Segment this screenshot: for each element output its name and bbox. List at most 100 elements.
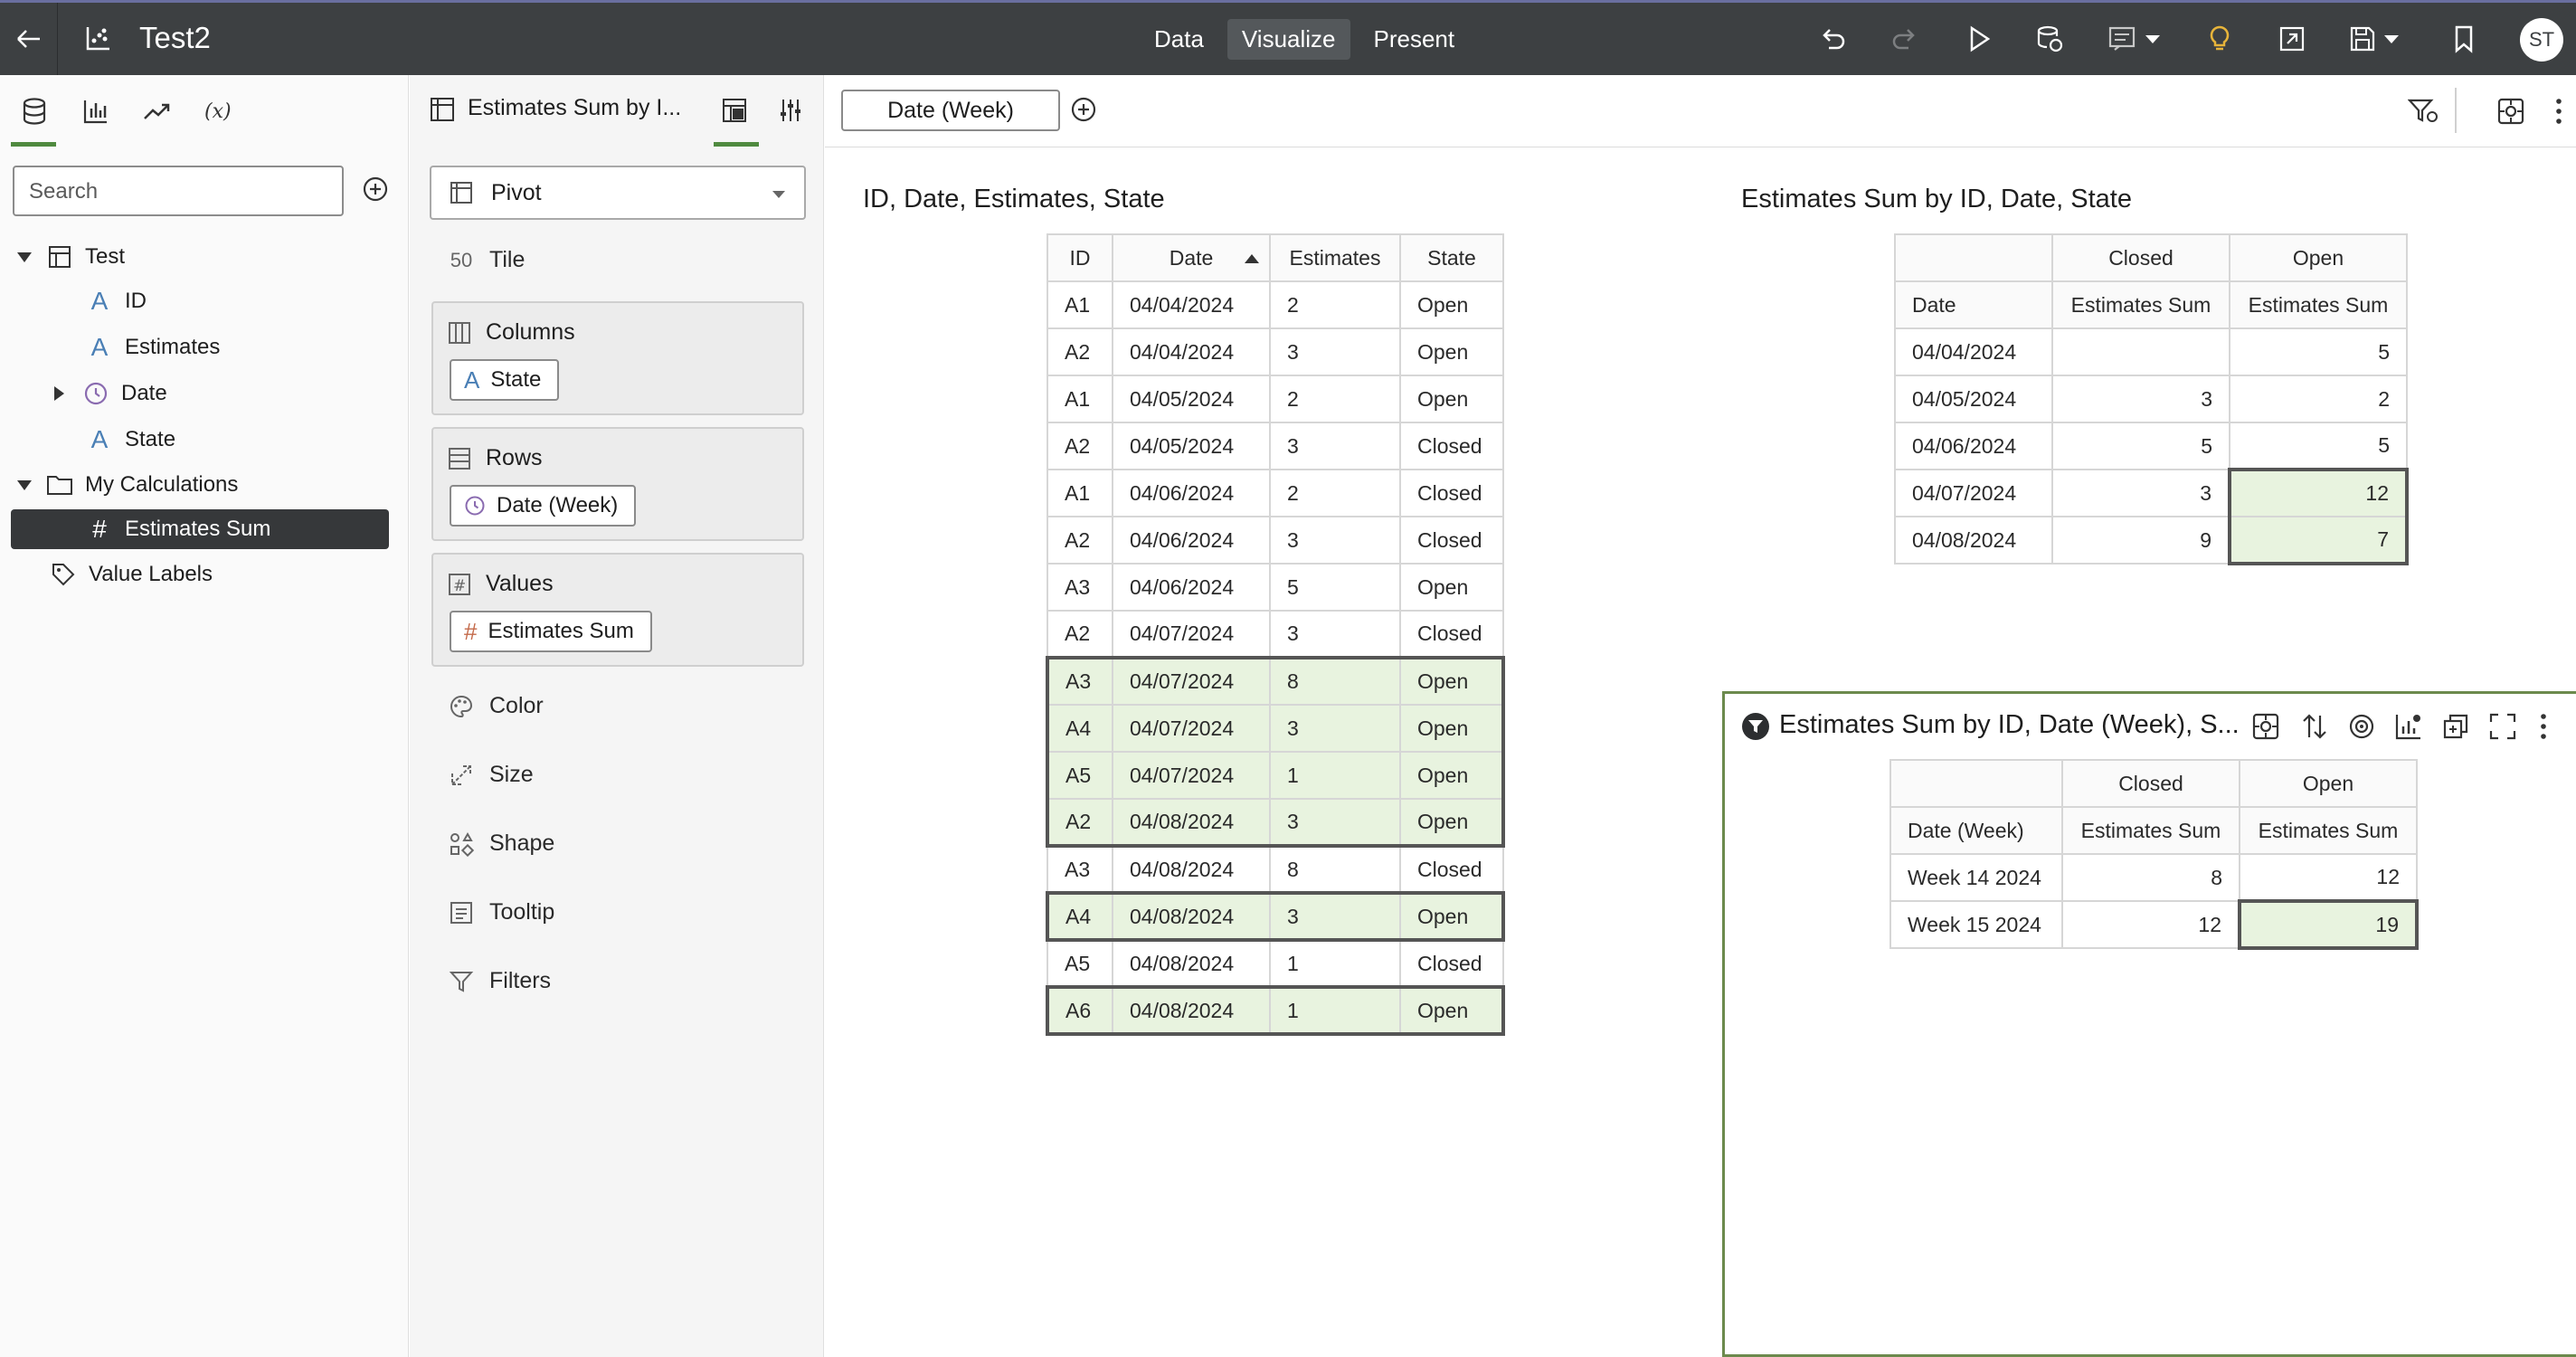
column-header-open[interactable]: Open	[2239, 759, 2418, 808]
cell-state[interactable]: Open	[1399, 751, 1505, 800]
cell-open-value[interactable]: 2	[2229, 375, 2408, 423]
color-section[interactable]: Color	[448, 693, 544, 719]
cell-closed-value[interactable]: 3	[2051, 469, 2230, 517]
cell-id[interactable]: A3	[1046, 845, 1113, 894]
cell-closed-value[interactable]: 5	[2051, 422, 2230, 470]
table-row[interactable]: A2 04/07/2024 3 Closed	[1046, 610, 1504, 659]
tree-folder-my-calculations[interactable]: My Calculations	[16, 465, 238, 505]
column-header-open[interactable]: Open	[2229, 233, 2408, 282]
row-label-date[interactable]: 04/06/2024	[1894, 422, 2053, 470]
table-row[interactable]: A1 04/06/2024 2 Closed	[1046, 469, 1504, 517]
table-row[interactable]: 04/06/2024 5 5	[1894, 422, 2408, 470]
cell-date[interactable]: 04/04/2024	[1112, 280, 1271, 329]
cell-id[interactable]: A6	[1046, 985, 1113, 1036]
filter-settings-icon[interactable]	[2408, 97, 2439, 126]
measure-header[interactable]: Estimates Sum	[2061, 806, 2240, 855]
tree-field-date[interactable]: Date	[52, 374, 167, 413]
column-header-id[interactable]: ID	[1046, 233, 1113, 282]
cell-estimates[interactable]: 3	[1269, 610, 1401, 659]
size-section[interactable]: Size	[448, 762, 534, 788]
cell-state[interactable]: Closed	[1399, 939, 1504, 988]
cell-date[interactable]: 04/08/2024	[1112, 891, 1271, 942]
add-data-icon[interactable]	[362, 176, 389, 203]
table-row[interactable]: Week 15 2024 12 19	[1889, 899, 2419, 950]
row-label-week[interactable]: Week 14 2024	[1889, 853, 2063, 902]
cell-closed-value[interactable]	[2051, 327, 2230, 376]
tree-dataset-test[interactable]: Test	[16, 237, 125, 277]
cell-date[interactable]: 04/07/2024	[1112, 656, 1271, 706]
tab-visualize[interactable]: Visualize	[1226, 19, 1350, 60]
row-label-date[interactable]: 04/05/2024	[1894, 375, 2053, 423]
viz1-table[interactable]: ID Date Estimates State A1 04/04/2024 2 Ope…	[1046, 233, 1505, 1036]
cell-state[interactable]: Open	[1399, 280, 1504, 329]
cell-state[interactable]: Open	[1399, 656, 1505, 706]
data-icon[interactable]	[13, 93, 56, 129]
target-icon[interactable]	[2347, 712, 2376, 741]
cell-date[interactable]: 04/08/2024	[1112, 845, 1271, 894]
cell-date[interactable]: 04/06/2024	[1112, 563, 1271, 612]
search-input[interactable]: Search	[13, 166, 344, 216]
cell-estimates[interactable]: 2	[1269, 280, 1401, 329]
measure-header[interactable]: Estimates Sum	[2229, 280, 2408, 329]
cell-date[interactable]: 04/08/2024	[1112, 798, 1271, 848]
table-row[interactable]: A3 04/08/2024 8 Closed	[1046, 845, 1504, 894]
cell-id[interactable]: A4	[1046, 704, 1113, 753]
tree-calc-estimates-sum[interactable]: # Estimates Sum	[11, 509, 389, 549]
measure-header[interactable]: Estimates Sum	[2051, 280, 2230, 329]
cell-state[interactable]: Closed	[1399, 422, 1504, 470]
viz-name[interactable]: Estimates Sum by I...	[468, 95, 681, 121]
cell-closed-value[interactable]: 9	[2051, 516, 2230, 565]
export-icon[interactable]	[2278, 24, 2306, 53]
cell-state[interactable]: Open	[1399, 891, 1505, 942]
table-row[interactable]: A2 04/06/2024 3 Closed	[1046, 516, 1504, 565]
column-header-estimates[interactable]: Estimates	[1269, 233, 1401, 282]
cell-estimates[interactable]: 3	[1269, 798, 1401, 848]
table-row[interactable]: A3 04/07/2024 8 Open	[1046, 656, 1505, 706]
grammar-tab-icon[interactable]	[721, 97, 748, 124]
cell-date[interactable]: 04/08/2024	[1112, 939, 1271, 988]
filter-chip-date-week[interactable]: Date (Week)	[841, 90, 1060, 131]
cell-id[interactable]: A2	[1046, 327, 1113, 376]
cell-date[interactable]: 04/05/2024	[1112, 422, 1271, 470]
redo-icon[interactable]	[1890, 24, 1919, 53]
bookmark-icon[interactable]	[2449, 24, 2478, 53]
cell-state[interactable]: Open	[1399, 327, 1504, 376]
undo-icon[interactable]	[1818, 24, 1847, 53]
table-row[interactable]: A1 04/05/2024 2 Open	[1046, 375, 1504, 423]
tree-field-state[interactable]: A State	[85, 420, 175, 460]
cell-date[interactable]: 04/06/2024	[1112, 516, 1271, 565]
cell-closed-value[interactable]: 3	[2051, 375, 2230, 423]
expand-caret-icon[interactable]	[52, 385, 65, 402]
add-filter-icon[interactable]	[1069, 95, 1098, 124]
comment-icon[interactable]	[2107, 24, 2165, 53]
cell-open-value[interactable]: 7	[2228, 516, 2409, 565]
cell-estimates[interactable]: 3	[1269, 704, 1401, 753]
cell-open-value[interactable]: 5	[2229, 422, 2408, 470]
workbook-title[interactable]: Test2	[139, 21, 211, 55]
cell-estimates[interactable]: 3	[1269, 891, 1401, 942]
cell-estimates[interactable]: 3	[1269, 516, 1401, 565]
cell-date[interactable]: 04/06/2024	[1112, 469, 1271, 517]
cell-closed-value[interactable]: 12	[2061, 900, 2240, 949]
cell-id[interactable]: A3	[1046, 656, 1113, 706]
cell-id[interactable]: A1	[1046, 280, 1113, 329]
cell-date[interactable]: 04/07/2024	[1112, 751, 1271, 800]
cell-id[interactable]: A5	[1046, 751, 1113, 800]
canvas-settings-icon[interactable]	[2496, 97, 2527, 126]
cell-id[interactable]: A5	[1046, 939, 1113, 988]
table-row[interactable]: A1 04/04/2024 2 Open	[1046, 280, 1504, 329]
cell-id[interactable]: A2	[1046, 610, 1113, 659]
row-header-date-week[interactable]: Date (Week)	[1889, 806, 2063, 855]
row-label-date[interactable]: 04/07/2024	[1894, 469, 2053, 517]
cell-state[interactable]: Closed	[1399, 516, 1504, 565]
more-options-icon[interactable]	[2539, 712, 2548, 741]
analytics-icon[interactable]	[136, 93, 179, 129]
avatar[interactable]: ST	[2520, 18, 2563, 62]
cell-id[interactable]: A1	[1046, 469, 1113, 517]
cell-estimates[interactable]: 5	[1269, 563, 1401, 612]
column-pill-state[interactable]: A State	[450, 359, 560, 401]
table-row[interactable]: 04/05/2024 3 2	[1894, 375, 2408, 423]
visualizations-icon[interactable]	[74, 93, 118, 129]
more-options-icon[interactable]	[2554, 97, 2563, 126]
save-icon[interactable]	[2348, 24, 2406, 53]
